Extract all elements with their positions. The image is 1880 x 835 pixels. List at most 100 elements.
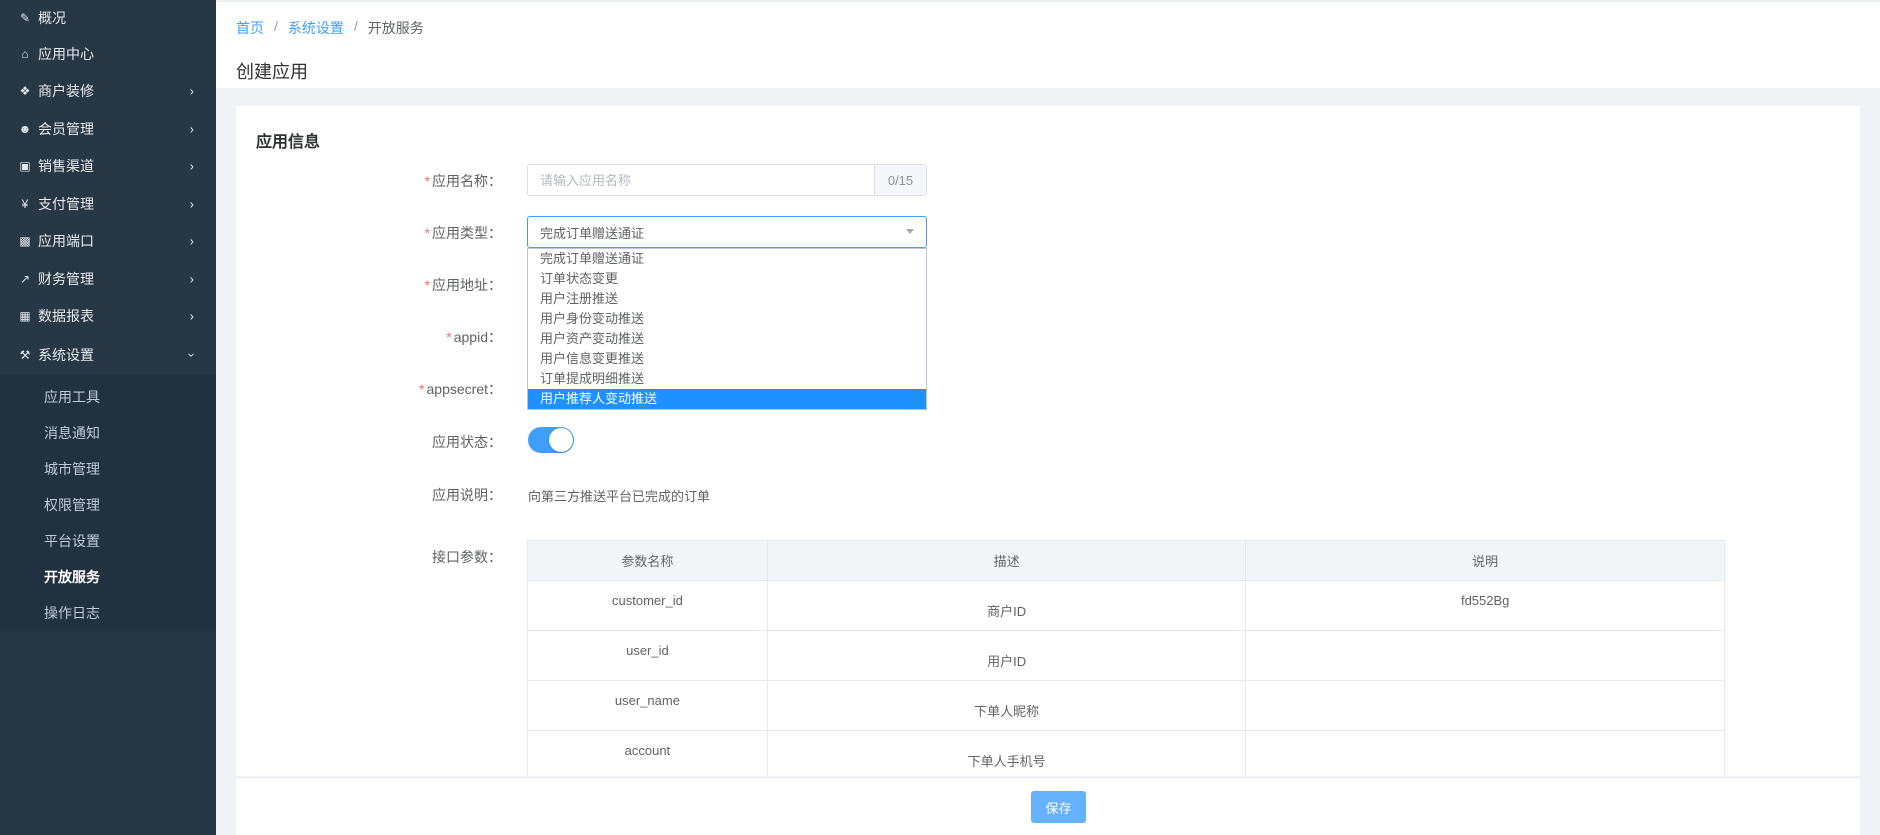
app-type-selected-value: 完成订单赠送通证 xyxy=(540,225,645,241)
sidebar-subitem-label: 城市管理 xyxy=(44,461,100,477)
money-icon: ▣ xyxy=(19,159,31,174)
chevron-right-icon: › xyxy=(189,271,194,287)
sidebar-item-label: 财务管理 xyxy=(38,270,94,287)
sidebar-subitem-label: 平台设置 xyxy=(44,533,100,549)
sidebar-subitem-platform-settings[interactable]: 平台设置 xyxy=(0,523,216,559)
sidebar-subitem-operation-log[interactable]: 操作日志 xyxy=(0,595,216,631)
breadcrumb-system-settings-link[interactable]: 系统设置 xyxy=(288,18,344,38)
table-cell: user_id xyxy=(527,630,768,681)
table-cell: 下单人昵称 xyxy=(766,680,1247,731)
app-type-label-text: 应用类型： xyxy=(432,225,502,241)
chevron-right-icon: › xyxy=(189,83,194,99)
chevron-right-icon: › xyxy=(189,196,194,212)
page-header: 首页 / 系统设置 / 开放服务 创建应用 xyxy=(216,0,1880,88)
sidebar-item-label: 销售渠道 xyxy=(38,158,94,175)
sidebar-item-label: 系统设置 xyxy=(38,347,94,363)
app-name-counter: 0/15 xyxy=(874,165,926,195)
table-header-row: 参数名称 描述 说明 xyxy=(527,540,1725,581)
sidebar-item-label: 应用中心 xyxy=(38,45,94,62)
sidebar-item-overview[interactable]: ✎ 概况 xyxy=(0,0,216,35)
save-button[interactable]: 保存 xyxy=(1031,791,1086,823)
appid-label: * appid： xyxy=(236,327,502,347)
required-mark: * xyxy=(424,277,430,293)
sidebar-item-app-center[interactable]: ⌂ 应用中心 xyxy=(0,35,216,73)
app-type-dropdown: 完成订单赠送通证 订单状态变更 用户注册推送 用户身份变动推送 用户资产变动推送… xyxy=(527,248,927,410)
breadcrumb-separator: / xyxy=(353,18,358,34)
app-name-label-text: 应用名称： xyxy=(432,173,502,189)
sidebar-item-finance-management[interactable]: ↗ 财务管理 › xyxy=(0,260,216,298)
sidebar-item-label: 商户装修 xyxy=(38,83,94,100)
required-mark: * xyxy=(424,225,430,241)
yen-icon: ¥ xyxy=(21,196,29,211)
sidebar-item-data-report[interactable]: ▦ 数据报表 › xyxy=(0,298,216,336)
params-label: 接口参数： xyxy=(432,549,502,565)
appsecret-label-text: appsecret： xyxy=(426,381,502,397)
app-type-option[interactable]: 用户资产变动推送 xyxy=(528,329,926,349)
breadcrumb-separator: / xyxy=(274,18,278,34)
sidebar-subitem-label: 开放服务 xyxy=(44,569,100,585)
table-cell: 下单人手机号 xyxy=(766,730,1247,776)
sidebar-subitem-open-service[interactable]: 开放服务 xyxy=(0,559,216,595)
breadcrumb-home-link[interactable]: 首页 xyxy=(236,18,264,38)
app-type-option[interactable]: 订单提成明细推送 xyxy=(528,369,926,389)
chevron-right-icon: › xyxy=(189,233,194,249)
puzzle-icon: ▩ xyxy=(19,234,31,249)
report-icon: ▦ xyxy=(19,309,31,324)
edit-icon: ✎ xyxy=(19,10,31,25)
app-address-label: * 应用地址： xyxy=(236,275,502,295)
sidebar-subitem-app-tools[interactable]: 应用工具 xyxy=(0,379,216,415)
sidebar-item-label: 数据报表 xyxy=(38,308,94,325)
gavel-icon: ⚒ xyxy=(19,348,31,362)
sidebar-item-label: 支付管理 xyxy=(38,195,94,212)
table-row: customer_id 商户ID fd552Bg xyxy=(527,580,1725,631)
app-name-label: * 应用名称： xyxy=(236,171,502,191)
table-row: user_id 用户ID xyxy=(527,630,1725,681)
sidebar-subitem-permission-management[interactable]: 权限管理 xyxy=(0,487,216,523)
sidebar-item-payment-management[interactable]: ¥ 支付管理 › xyxy=(0,185,216,223)
app-type-option[interactable]: 订单状态变更 xyxy=(528,269,926,289)
app-type-select[interactable]: 完成订单赠送通证 xyxy=(527,216,927,248)
table-cell: 用户ID xyxy=(766,630,1247,681)
app-info-card: 应用信息 *应用名称： 0/15 *应用类型： 完成订单赠送通证 完成订单赠送通… xyxy=(236,106,1860,776)
table-cell: 商户ID xyxy=(766,580,1247,631)
sidebar-item-sales-channel[interactable]: ▣ 销售渠道 › xyxy=(0,148,216,186)
required-mark: * xyxy=(419,381,425,397)
app-description-label: 应用说明： xyxy=(432,487,502,503)
table-cell xyxy=(1245,630,1725,681)
sidebar-item-merchant-decoration[interactable]: ❖ 商户装修 › xyxy=(0,73,216,111)
table-cell xyxy=(1245,730,1725,776)
page-scrollbar-track[interactable] xyxy=(1860,88,1880,835)
sidebar-subitem-message-notice[interactable]: 消息通知 xyxy=(0,415,216,451)
app-type-option[interactable]: 完成订单赠送通证 xyxy=(528,249,926,269)
app-name-field: 0/15 xyxy=(527,164,927,196)
column-header-param-name: 参数名称 xyxy=(527,540,768,581)
app-type-option[interactable]: 用户信息变更推送 xyxy=(528,349,926,369)
sidebar-subitem-city-management[interactable]: 城市管理 xyxy=(0,451,216,487)
caret-down-icon xyxy=(906,229,914,234)
line-chart-icon: ↗ xyxy=(19,271,31,286)
required-mark: * xyxy=(446,329,452,345)
sidebar-item-label: 概况 xyxy=(38,9,66,26)
app-type-label: * 应用类型： xyxy=(236,223,502,243)
sidebar-item-app-port[interactable]: ▩ 应用端口 › xyxy=(0,223,216,261)
sidebar-subitem-label: 操作日志 xyxy=(44,605,100,621)
app-type-option[interactable]: 用户身份变动推送 xyxy=(528,309,926,329)
sidebar: ✎ 概况 ⌂ 应用中心 ❖ 商户装修 › ☻ 会员管理 › ▣ 销售渠道 › ¥… xyxy=(0,0,216,835)
app-name-input[interactable] xyxy=(528,165,874,195)
breadcrumb-current: 开放服务 xyxy=(367,20,424,36)
page-title: 创建应用 xyxy=(236,62,308,82)
sidebar-item-label: 应用端口 xyxy=(38,233,94,250)
sidebar-item-member-management[interactable]: ☻ 会员管理 › xyxy=(0,110,216,148)
cubes-icon: ❖ xyxy=(19,84,31,99)
sidebar-subitem-label: 应用工具 xyxy=(44,389,100,405)
column-header-description: 描述 xyxy=(766,540,1247,581)
sidebar-item-system-settings[interactable]: ⚒ 系统设置 › xyxy=(0,335,216,375)
column-header-note: 说明 xyxy=(1245,540,1725,581)
app-type-option[interactable]: 用户注册推送 xyxy=(528,289,926,309)
chevron-right-icon: › xyxy=(189,308,194,324)
home-icon: ⌂ xyxy=(21,46,29,61)
users-icon: ☻ xyxy=(18,121,32,136)
app-status-switch[interactable] xyxy=(528,427,574,453)
app-type-option-highlighted[interactable]: 用户推荐人变动推送 xyxy=(528,389,926,409)
chevron-right-icon: › xyxy=(189,121,194,137)
